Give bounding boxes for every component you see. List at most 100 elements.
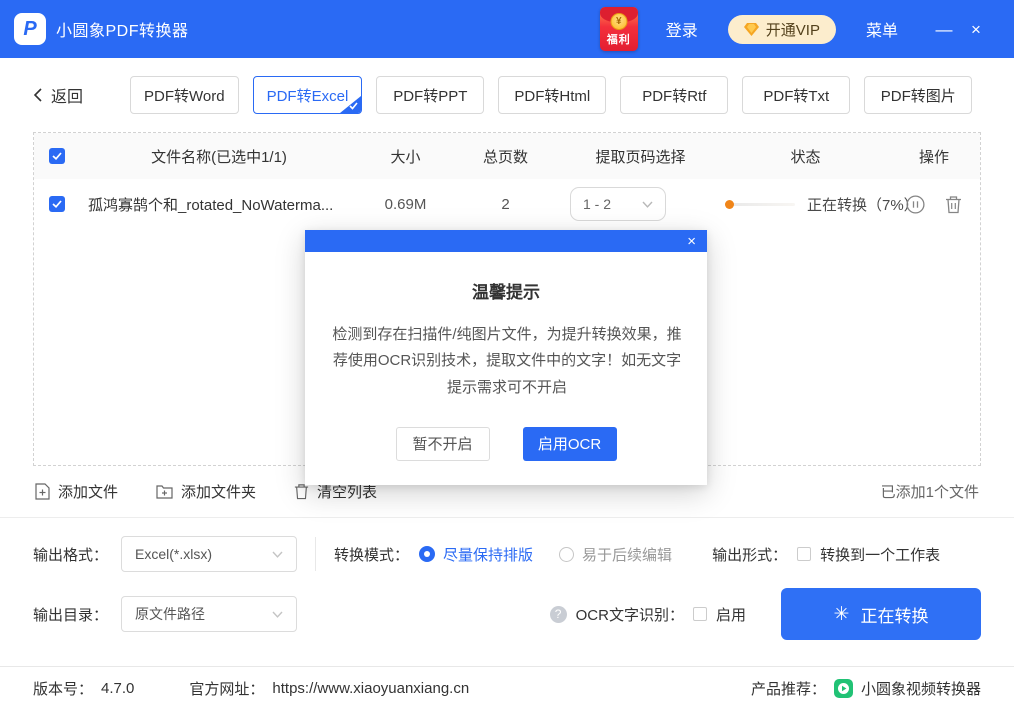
tab-pdf-to-rtf[interactable]: PDF转Rtf <box>620 76 729 114</box>
settings-row-format: 输出格式： Excel(*.xlsx) 转换模式： 尽量保持排版 易于后续编辑 … <box>33 528 981 580</box>
col-header-page-select: 提取页码选择 <box>595 148 686 166</box>
status-cell: 正在转换（7%） <box>723 194 919 215</box>
col-header-name: 文件名称(已选中1/1) <box>151 148 287 166</box>
back-button[interactable]: 返回 <box>33 83 83 107</box>
login-button[interactable]: 登录 <box>666 17 698 41</box>
vertical-divider <box>315 537 317 571</box>
footer: 版本号： 4.7.0 官方网址： https://www.xiaoyuanxia… <box>0 666 1014 709</box>
tab-pdf-to-ppt[interactable]: PDF转PPT <box>376 76 485 114</box>
radio-easy-edit[interactable]: 易于后续编辑 <box>559 544 672 565</box>
add-folder-label: 添加文件夹 <box>181 484 257 501</box>
close-button[interactable]: × <box>960 21 992 38</box>
dialog-body: 温馨提示 检测到存在扫描件/纯图片文件，为提升转换效果，推荐使用OCR识别技术，… <box>305 252 707 485</box>
chevron-down-icon <box>272 611 283 618</box>
open-vip-button[interactable]: 开通VIP <box>727 14 836 44</box>
dialog-confirm-button[interactable]: 启用OCR <box>522 426 617 461</box>
row-actions <box>888 194 980 214</box>
row-checkbox[interactable] <box>49 196 65 212</box>
file-size: 0.69M <box>384 195 427 213</box>
conversion-tabs: PDF转Word PDF转Excel PDF转PPT PDF转Html PDF转… <box>130 76 973 114</box>
convert-button[interactable]: ✳ 正在转换 <box>781 588 981 640</box>
app-title: 小圆象PDF转换器 <box>56 23 189 40</box>
tab-pdf-to-image[interactable]: PDF转图片 <box>864 76 973 114</box>
website-url[interactable]: https://www.xiaoyuanxiang.cn <box>272 680 469 697</box>
easy-edit-label: 易于后续编辑 <box>582 546 673 564</box>
ocr-prompt-dialog: × 温馨提示 检测到存在扫描件/纯图片文件，为提升转换效果，推荐使用OCR识别技… <box>305 230 707 485</box>
add-folder-icon <box>156 485 173 499</box>
radio-selected-icon <box>419 546 436 562</box>
video-converter-icon <box>833 678 853 698</box>
convert-button-label: 正在转换 <box>860 606 929 626</box>
output-dir-value: 原文件路径 <box>135 606 206 622</box>
output-format-label: 输出格式： <box>33 546 109 564</box>
pause-icon[interactable] <box>906 194 925 214</box>
chevron-down-icon <box>272 551 283 558</box>
tab-pdf-to-html[interactable]: PDF转Html <box>498 76 607 114</box>
add-file-label: 添加文件 <box>58 484 119 501</box>
chevron-left-icon <box>33 88 42 102</box>
one-worksheet-option[interactable]: 转换到一个工作表 <box>797 544 940 565</box>
welfare-red-envelope-icon[interactable]: ¥ 福利 <box>599 7 638 51</box>
app-logo-icon: P <box>14 13 46 45</box>
tab-pdf-to-txt[interactable]: PDF转Txt <box>742 76 851 114</box>
output-format-select[interactable]: Excel(*.xlsx) <box>121 536 298 572</box>
vip-gem-icon <box>743 22 759 36</box>
ocr-enable-label: 启用 <box>715 606 746 624</box>
recommend-product[interactable]: 小圆象视频转换器 <box>861 678 981 699</box>
one-worksheet-label: 转换到一个工作表 <box>820 546 941 564</box>
menu-button[interactable]: 菜单 <box>866 17 898 41</box>
clear-trash-icon <box>294 484 309 500</box>
progress-dot <box>725 199 734 209</box>
logo-glyph: P <box>23 18 37 40</box>
dialog-cancel-button[interactable]: 暂不开启 <box>395 426 490 461</box>
version-value: 4.7.0 <box>101 679 135 697</box>
coin-icon: ¥ <box>610 13 628 30</box>
ocr-label: OCR文字识别： <box>575 606 684 624</box>
output-format-value: Excel(*.xlsx) <box>135 546 213 562</box>
tab-label: PDF转Excel <box>266 87 349 105</box>
help-icon[interactable]: ? <box>549 605 567 623</box>
output-dir-select[interactable]: 原文件路径 <box>121 596 298 632</box>
add-file-button[interactable]: 添加文件 <box>35 481 118 502</box>
add-folder-button[interactable]: 添加文件夹 <box>156 481 256 502</box>
back-label: 返回 <box>51 89 84 106</box>
spinner-icon: ✳ <box>833 603 850 625</box>
col-header-pages: 总页数 <box>482 148 528 166</box>
progress-bar <box>725 199 795 209</box>
tab-pdf-to-excel[interactable]: PDF转Excel <box>252 76 363 114</box>
settings-panel: 输出格式： Excel(*.xlsx) 转换模式： 尽量保持排版 易于后续编辑 … <box>0 518 1014 642</box>
version-label: 版本号： <box>33 680 94 698</box>
settings-row-output: 输出目录： 原文件路径 ? OCR文字识别： 启用 ✳ 正在转换 <box>33 586 981 642</box>
add-file-icon <box>35 483 50 500</box>
chevron-down-icon <box>642 201 653 208</box>
radio-unselected-icon <box>559 546 575 562</box>
delete-icon[interactable] <box>945 195 962 214</box>
dialog-close-icon[interactable]: × <box>687 234 696 249</box>
ocr-checkbox[interactable] <box>692 607 707 621</box>
output-dir-label: 输出目录： <box>33 606 109 624</box>
col-header-size: 大小 <box>390 148 421 166</box>
file-pages: 2 <box>501 195 510 213</box>
minimize-button[interactable]: — <box>928 21 960 38</box>
page-range-dropdown[interactable]: 1 - 2 <box>570 187 666 221</box>
select-all-checkbox[interactable] <box>49 148 65 164</box>
selected-check-icon <box>340 96 362 113</box>
convert-mode-label: 转换模式： <box>334 546 410 564</box>
app-window: P 小圆象PDF转换器 ¥ 福利 登录 开通VIP 菜单 — × 返回 PDF转… <box>0 0 1014 709</box>
col-header-status: 状态 <box>790 148 821 166</box>
table-row: 孤鸿寡鹄个和_rotated_NoWaterma... 0.69M 2 1 - … <box>34 179 980 229</box>
tab-pdf-to-word[interactable]: PDF转Word <box>130 76 239 114</box>
checkbox-unchecked-icon <box>797 547 812 561</box>
tab-bar: 返回 PDF转Word PDF转Excel PDF转PPT PDF转Html P… <box>0 58 1014 132</box>
added-count: 已添加1个文件 <box>880 484 979 501</box>
file-name: 孤鸿寡鹄个和_rotated_NoWaterma... <box>88 196 334 214</box>
table-header-row: 文件名称(已选中1/1) 大小 总页数 提取页码选择 状态 操作 <box>34 133 980 179</box>
welfare-label: 福利 <box>606 34 631 46</box>
ocr-group: ? OCR文字识别： 启用 ✳ 正在转换 <box>549 588 981 640</box>
vip-label: 开通VIP <box>765 21 820 39</box>
output-form-label: 输出形式： <box>712 546 788 564</box>
col-header-action: 操作 <box>918 148 949 166</box>
recommend-label: 产品推荐： <box>750 680 826 698</box>
radio-keep-layout[interactable]: 尽量保持排版 <box>419 544 533 565</box>
dialog-titlebar: × <box>305 230 707 252</box>
